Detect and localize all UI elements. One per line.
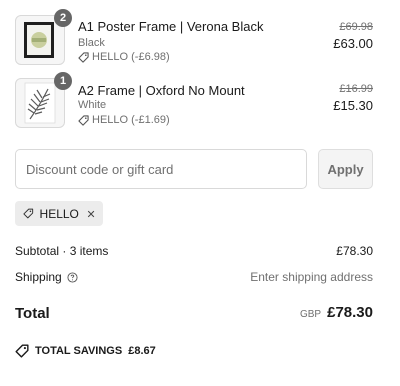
product-discount: HELLO (-£1.69) xyxy=(78,114,170,126)
shipping-value: Enter shipping address xyxy=(250,270,373,284)
tag-icon xyxy=(23,208,34,219)
original-price: £69.98 xyxy=(339,21,373,33)
savings-value: £8.67 xyxy=(128,345,156,357)
quantity-badge: 1 xyxy=(54,72,72,90)
apply-button[interactable]: Apply xyxy=(318,149,373,189)
product-discount-label: HELLO (-£6.98) xyxy=(92,51,170,63)
tag-icon xyxy=(78,114,89,126)
product-discount: HELLO (-£6.98) xyxy=(78,51,170,63)
product-variant: White xyxy=(78,99,107,111)
help-circle-icon[interactable] xyxy=(67,271,78,283)
tag-icon xyxy=(78,51,89,63)
quantity-badge: 2 xyxy=(54,9,72,27)
applied-discount-chip: HELLO xyxy=(15,201,103,226)
currency-code: GBP xyxy=(299,309,322,320)
savings-label: TOTAL SAVINGS xyxy=(35,345,123,357)
product-title: A1 Poster Frame | Verona Black xyxy=(78,19,264,34)
shipping-row-label: Shipping xyxy=(15,270,78,284)
subtotal-label: Subtotal · 3 items xyxy=(15,244,109,258)
product-price: £15.30 xyxy=(333,98,373,113)
product-variant: Black xyxy=(78,37,105,49)
product-title: A2 Frame | Oxford No Mount xyxy=(78,83,245,98)
shipping-label: Shipping xyxy=(15,270,62,284)
product-price: £63.00 xyxy=(333,36,373,51)
subtotal-value: £78.30 xyxy=(336,244,373,258)
total-savings: TOTAL SAVINGS £8.67 xyxy=(15,344,156,358)
applied-code-label: HELLO xyxy=(39,206,79,221)
close-icon[interactable] xyxy=(87,209,95,219)
total-label: Total xyxy=(15,305,50,322)
total-value: £78.30 xyxy=(327,304,373,321)
total-amount: GBP £78.30 xyxy=(300,304,373,321)
tag-icon xyxy=(15,344,29,358)
product-discount-label: HELLO (-£1.69) xyxy=(92,114,170,126)
original-price: £16.99 xyxy=(339,83,373,95)
discount-code-input[interactable] xyxy=(15,149,307,189)
